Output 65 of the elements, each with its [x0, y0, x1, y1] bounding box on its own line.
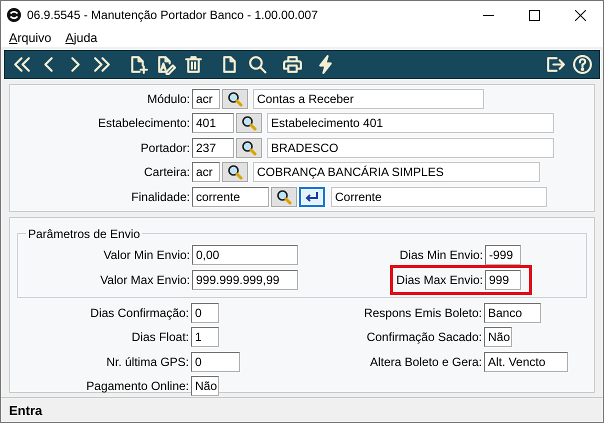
field-label: Respons Emis Boleto:	[364, 306, 482, 320]
value-field[interactable]: Alt. Vencto	[484, 352, 568, 372]
window-title: 06.9.5545 - Manutenção Portador Banco - 1.00.00.007	[27, 8, 318, 22]
code-field[interactable]: 237	[192, 138, 234, 158]
help-icon[interactable]	[572, 54, 593, 75]
code-field[interactable]: 401	[192, 113, 234, 134]
first-icon[interactable]	[11, 54, 32, 75]
field-label: Dias Confirmação:	[90, 306, 189, 320]
menu-item[interactable]: Arquivo	[9, 31, 52, 45]
description-field[interactable]: Corrente	[331, 186, 547, 207]
maximize-icon[interactable]	[528, 10, 540, 20]
menu-item[interactable]: Ajuda	[65, 31, 98, 45]
close-icon[interactable]	[574, 10, 586, 20]
search-icon	[241, 115, 257, 132]
lookup-button[interactable]	[236, 113, 262, 134]
field-label: Estabelecimento:	[98, 116, 190, 130]
code-field[interactable]: acr	[192, 162, 220, 182]
value-field[interactable]: 999.999.999,99	[192, 270, 298, 290]
search-icon	[276, 188, 292, 205]
code-field[interactable]: corrente	[192, 186, 269, 207]
search-icon	[241, 140, 257, 156]
value-field[interactable]: 0	[191, 302, 219, 323]
field-label: Valor Max Envio:	[100, 272, 190, 287]
value-field[interactable]: 0,00	[192, 244, 298, 265]
description-field[interactable]: Estabelecimento 401	[267, 113, 554, 134]
value-field[interactable]: 0	[191, 352, 240, 372]
group-title: Parâmetros de Envio	[27, 226, 142, 241]
description-field[interactable]: COBRANÇA BANCÁRIA SIMPLES	[253, 162, 540, 182]
field-label: Módulo:	[147, 92, 190, 106]
field-label: Finalidade:	[131, 190, 190, 204]
app-logo-icon	[7, 8, 21, 22]
description-field[interactable]: BRADESCO	[267, 138, 554, 158]
lookup-button[interactable]	[222, 162, 248, 182]
field-label: Valor Min Envio:	[104, 248, 190, 262]
field-label: Confirmação Sacado:	[366, 330, 482, 344]
print-icon[interactable]	[282, 54, 303, 75]
lookup-button[interactable]	[236, 138, 262, 158]
enter-icon	[303, 190, 321, 204]
lookup-button[interactable]	[271, 186, 297, 207]
value-field[interactable]: Banco	[484, 302, 541, 323]
value-field[interactable]: -999	[485, 244, 521, 265]
field-label: Carteira:	[144, 165, 190, 180]
lookup-button[interactable]	[222, 89, 248, 109]
code-field[interactable]: acr	[192, 89, 220, 109]
field-label: Nr. última GPS:	[106, 354, 189, 369]
exit-icon[interactable]	[545, 54, 566, 75]
field-label: Dias Float:	[132, 330, 189, 344]
field-label: Portador:	[140, 140, 190, 155]
field-label: Altera Boleto e Gera:	[370, 354, 482, 369]
field-label: Dias Max Envio:	[396, 272, 483, 287]
search-icon	[227, 91, 243, 107]
value-field[interactable]: Não	[191, 376, 219, 396]
field-label: Dias Min Envio:	[400, 248, 483, 262]
search-icon	[227, 164, 243, 180]
delete-icon[interactable]	[183, 54, 204, 75]
last-icon[interactable]	[92, 54, 113, 75]
description-field[interactable]: Contas a Receber	[253, 89, 484, 109]
status-text: Entra	[9, 402, 42, 418]
field-label: Pagamento Online:	[86, 379, 189, 394]
search-icon[interactable]	[247, 54, 268, 75]
value-field[interactable]: 1	[191, 327, 219, 348]
value-field[interactable]: 999	[485, 270, 521, 290]
confirm-button[interactable]	[299, 186, 325, 207]
value-field[interactable]: Não	[484, 327, 512, 348]
edit-document-icon[interactable]	[155, 54, 176, 75]
